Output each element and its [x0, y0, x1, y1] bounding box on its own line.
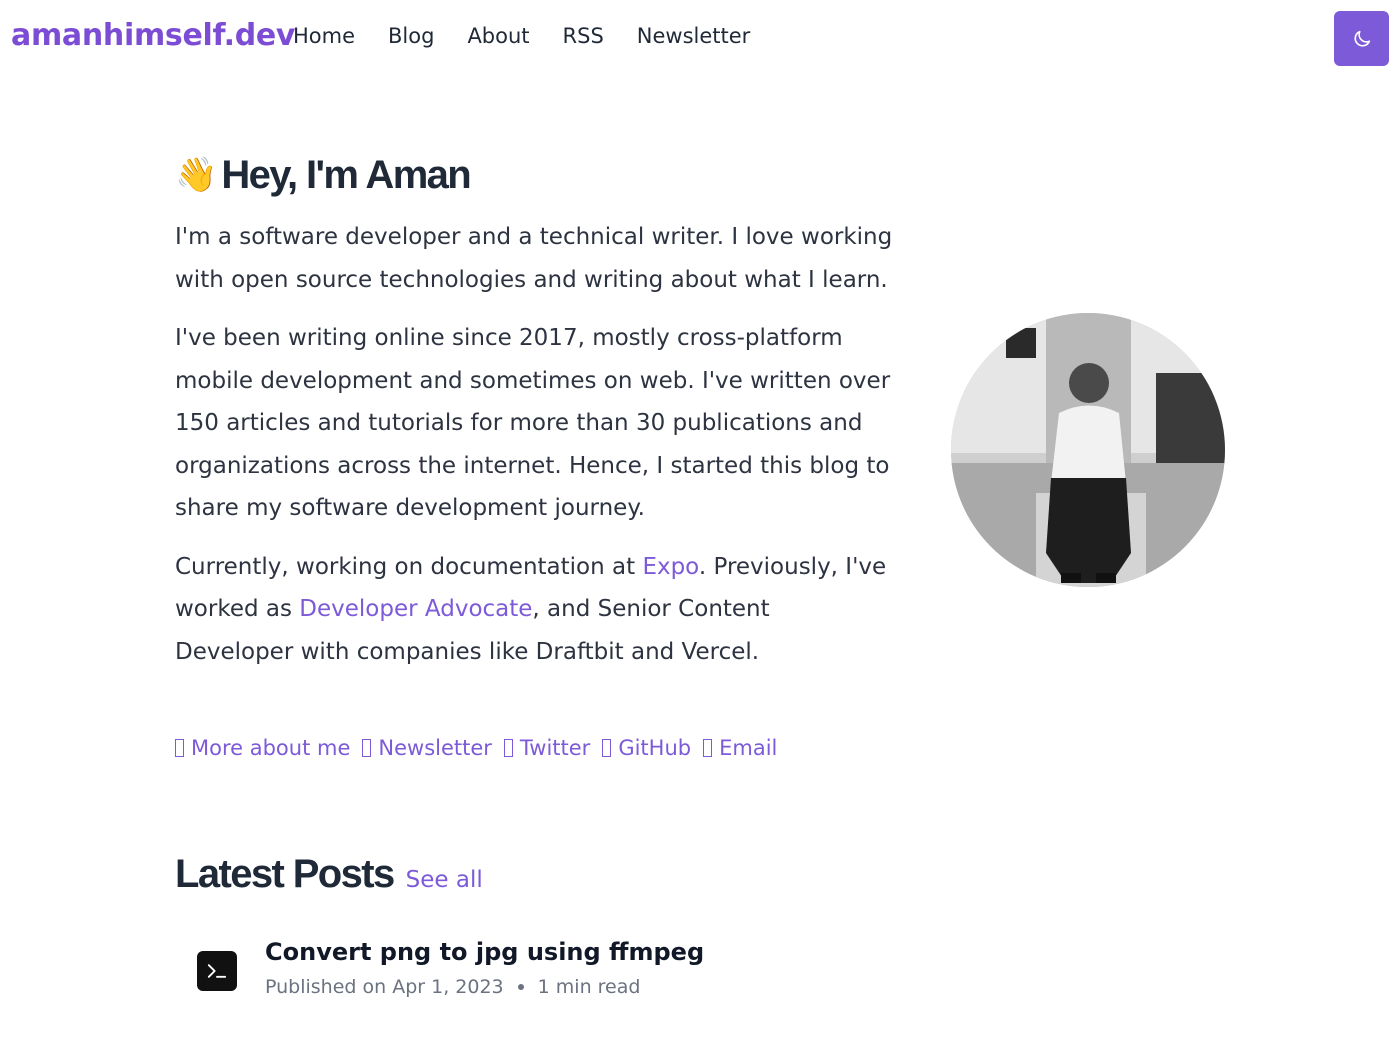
nav-blog[interactable]: Blog: [388, 24, 434, 48]
social-links: More about me Newsletter Twitter GitHub …: [175, 736, 789, 760]
current-work-paragraph: Currently, working on documentation at E…: [175, 546, 895, 674]
social-label: Newsletter: [378, 736, 492, 760]
page-title: 👋 Hey, I'm Aman: [175, 150, 895, 200]
latest-posts-header: Latest Posts See all: [175, 852, 483, 897]
post-read-time: 1 min read: [537, 976, 641, 998]
github-link[interactable]: GitHub: [602, 736, 691, 760]
newsletter-link[interactable]: Newsletter: [362, 736, 492, 760]
terminal-icon: [197, 951, 237, 991]
developer-advocate-link[interactable]: Developer Advocate: [299, 596, 532, 622]
twitter-icon: [503, 739, 513, 757]
more-about-me-link[interactable]: More about me: [175, 736, 350, 760]
moon-icon: [1353, 30, 1370, 47]
social-label: Twitter: [519, 736, 591, 760]
expo-link[interactable]: Expo: [642, 554, 698, 580]
post-meta: Published on Apr 1, 2023 1 min read: [265, 976, 704, 998]
hero-title-text: Hey, I'm Aman: [221, 152, 471, 197]
mail-icon: [362, 739, 372, 757]
history-paragraph: I've been writing online since 2017, mos…: [175, 325, 891, 521]
latest-posts-title: Latest Posts: [175, 852, 395, 896]
post-item: Convert png to jpg using ffmpeg Publishe…: [197, 938, 704, 998]
email-icon: [703, 739, 713, 757]
separator-dot: [517, 984, 524, 990]
social-label: GitHub: [618, 736, 692, 760]
waving-hand-emoji: 👋: [175, 156, 218, 194]
main-nav: Home Blog About RSS Newsletter: [293, 24, 783, 48]
nav-rss[interactable]: RSS: [563, 24, 604, 48]
profile-photo: [951, 313, 1225, 587]
nav-newsletter[interactable]: Newsletter: [637, 24, 751, 48]
nav-home[interactable]: Home: [293, 24, 355, 48]
intro-paragraph: I'm a software developer and a technical…: [175, 224, 893, 293]
post-published-date: Published on Apr 1, 2023: [265, 976, 504, 998]
site-logo[interactable]: amanhimself.dev: [11, 18, 295, 53]
social-label: More about me: [191, 736, 351, 760]
github-icon: [602, 739, 612, 757]
theme-toggle-button[interactable]: [1334, 11, 1389, 66]
hero-section: 👋 Hey, I'm Aman I'm a software developer…: [175, 150, 895, 673]
user-icon: [175, 739, 184, 757]
email-link[interactable]: Email: [703, 736, 777, 760]
post-title-link[interactable]: Convert png to jpg using ffmpeg: [265, 938, 704, 966]
nav-about[interactable]: About: [467, 24, 529, 48]
post-body: Convert png to jpg using ffmpeg Publishe…: [265, 938, 704, 998]
site-header: amanhimself.dev Home Blog About RSS News…: [0, 0, 1400, 78]
current-work-text: Currently, working on documentation at: [175, 553, 643, 580]
social-label: Email: [719, 736, 778, 760]
see-all-link[interactable]: See all: [406, 867, 483, 893]
twitter-link[interactable]: Twitter: [503, 736, 591, 760]
